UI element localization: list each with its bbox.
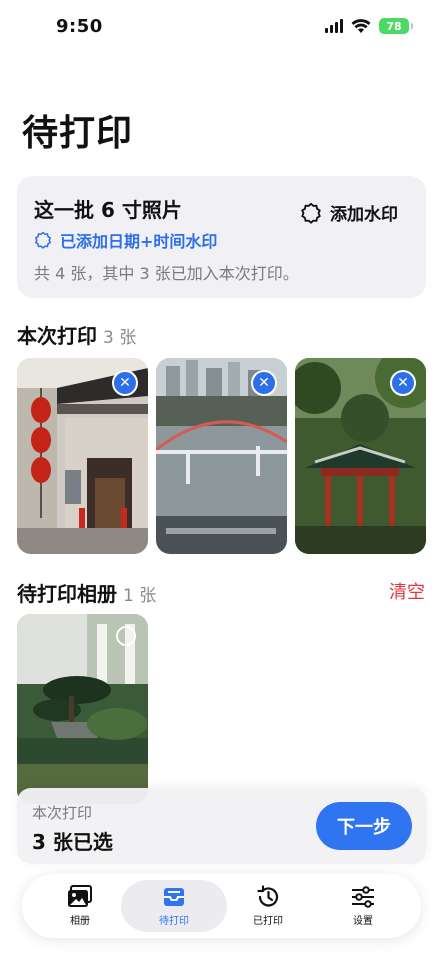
selection-label: 本次打印: [32, 804, 93, 822]
selection-count: 3 张已选: [32, 830, 113, 854]
tab-printed[interactable]: 已打印: [218, 880, 318, 932]
current-print-header: 本次打印 3 张: [17, 320, 136, 349]
wifi-icon: [351, 18, 371, 33]
sliders-icon: [352, 886, 374, 908]
photo-thumbnail[interactable]: ✕: [156, 358, 287, 554]
tab-pending-print[interactable]: 待打印: [121, 880, 227, 932]
cellular-signal-icon: [325, 19, 343, 33]
batch-summary: 共 4 张，其中 3 张已加入本次打印。: [34, 264, 299, 283]
selection-summary-bar: 本次打印 3 张已选 下一步: [17, 788, 426, 864]
tab-settings[interactable]: 设置: [313, 880, 413, 932]
battery-level: 78: [386, 19, 402, 33]
remove-photo-button[interactable]: ✕: [112, 370, 138, 396]
clear-button[interactable]: 清空: [389, 578, 425, 604]
pending-album-header: 待打印相册 1 张: [17, 578, 156, 607]
watermark-badge-icon: [35, 231, 51, 249]
section-title: 待打印相册: [17, 582, 117, 606]
tab-label: 设置: [353, 916, 373, 927]
add-watermark-button[interactable]: 添加水印: [300, 200, 398, 225]
photo-thumbnail[interactable]: ✕: [17, 358, 148, 554]
watermark-status: 已添加日期+时间水印: [34, 228, 217, 252]
next-step-button[interactable]: 下一步: [316, 802, 412, 850]
status-time: 9:50: [56, 16, 103, 37]
battery-icon: 78: [379, 18, 413, 34]
section-count: 1 张: [123, 586, 157, 606]
tab-label: 相册: [70, 916, 90, 927]
status-icons: 78: [325, 18, 413, 34]
page-title: 待打印: [22, 113, 134, 154]
history-icon: [257, 885, 279, 907]
batch-info-card: 这一批 6 寸照片 已添加日期+时间水印 共 4 张，其中 3 张已加入本次打印…: [17, 176, 426, 298]
watermark-status-text: 已添加日期+时间水印: [60, 232, 218, 251]
photos-icon: [68, 885, 92, 907]
watermark-badge-icon: [301, 202, 321, 224]
batch-title: 这一批 6 寸照片: [34, 198, 182, 222]
photo-thumbnail[interactable]: ✕: [295, 358, 426, 554]
tab-label: 已打印: [253, 916, 283, 927]
tab-album[interactable]: 相册: [30, 880, 130, 932]
select-circle[interactable]: [116, 626, 136, 646]
remove-photo-button[interactable]: ✕: [251, 370, 277, 396]
photo-thumbnail[interactable]: [17, 614, 148, 804]
section-count: 3 张: [103, 328, 137, 348]
tray-icon: [164, 888, 184, 906]
remove-photo-button[interactable]: ✕: [390, 370, 416, 396]
tab-label: 待打印: [159, 916, 189, 927]
status-bar: 9:50 78: [0, 0, 443, 54]
section-title: 本次打印: [17, 324, 97, 348]
add-watermark-label: 添加水印: [330, 205, 398, 225]
tab-bar: 相册 待打印 已打印 设置: [22, 874, 421, 938]
